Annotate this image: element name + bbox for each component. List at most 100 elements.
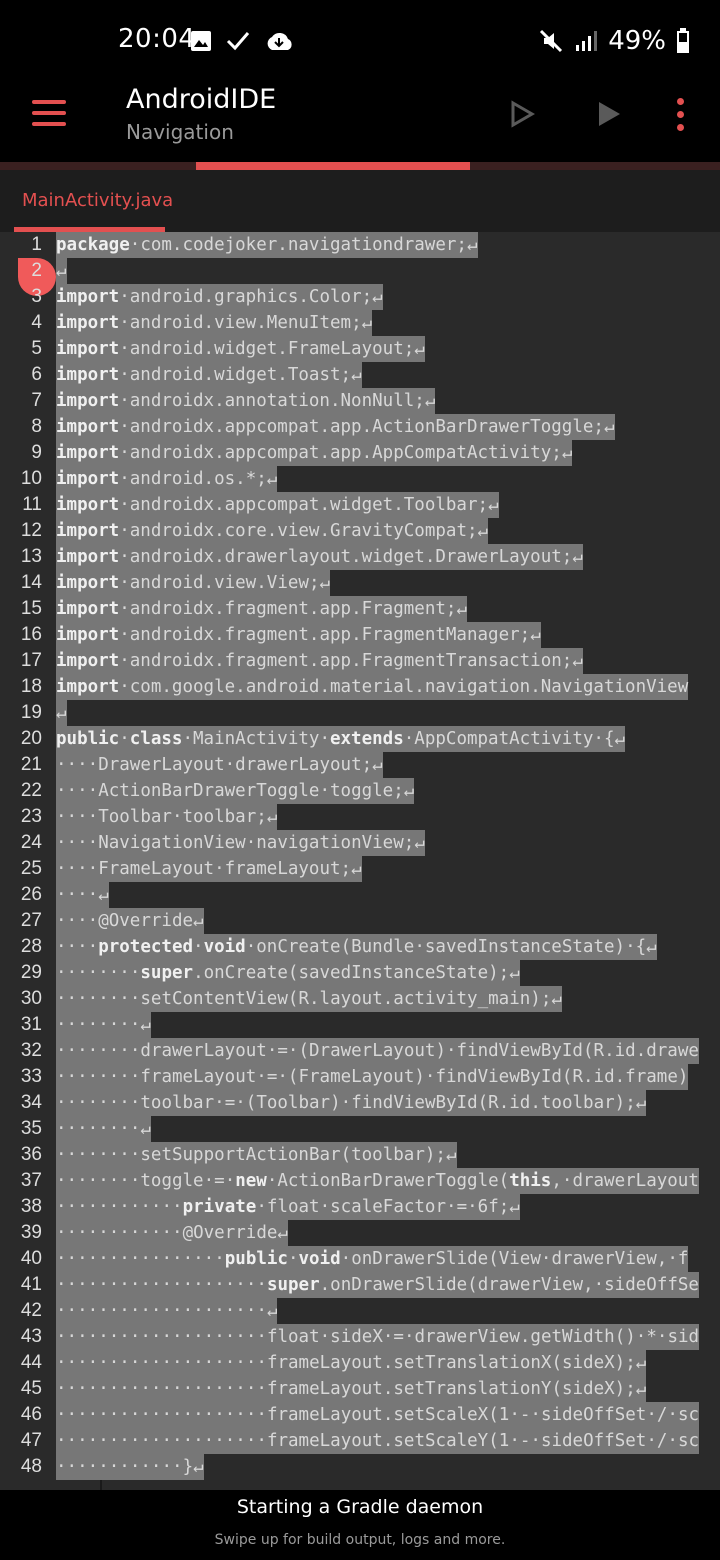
code-line[interactable]: 27 ····@Override↵ [0, 908, 720, 934]
tab-main-activity[interactable]: MainActivity.java [0, 170, 195, 232]
code-line[interactable]: 6 import·android.widget.Toast;↵ [0, 362, 720, 388]
code-line[interactable]: 41 ····················super.onDrawerSlid… [0, 1272, 720, 1298]
code-text: ····NavigationView·navigationView;↵ [56, 830, 425, 856]
code-line[interactable]: 31 ········↵ [0, 1012, 720, 1038]
code-editor[interactable]: 1 package·com.codejoker.navigationdrawer;… [0, 232, 720, 1490]
code-line[interactable]: 20 public·class·MainActivity·extends·AppC… [0, 726, 720, 752]
line-number: 39 [20, 1222, 42, 1243]
code-line[interactable]: 2 ↵ [0, 258, 720, 284]
build-progress-bar [196, 162, 470, 170]
code-text: ········super.onCreate(savedInstanceStat… [56, 960, 520, 986]
code-text: import·androidx.fragment.app.FragmentMan… [56, 622, 541, 648]
code-text: import·androidx.core.view.GravityCompat;… [56, 518, 489, 544]
line-number: 7 [31, 390, 42, 411]
line-number: 47 [20, 1430, 42, 1451]
line-number: 33 [20, 1066, 42, 1087]
code-line[interactable]: 4 import·android.view.MenuItem;↵ [0, 310, 720, 336]
code-line[interactable]: 14 import·android.view.View;↵ [0, 570, 720, 596]
code-line[interactable]: 1 package·com.codejoker.navigationdrawer;… [0, 232, 720, 258]
code-line[interactable]: 26 ····↵ [0, 882, 720, 908]
run-icon[interactable] [596, 100, 622, 128]
code-text: import·android.os.*;↵ [56, 466, 278, 492]
code-line[interactable]: 40 ················public·void·onDrawerSl… [0, 1246, 720, 1272]
code-line[interactable]: 39 ············@Override↵ [0, 1220, 720, 1246]
code-line[interactable]: 5 import·android.widget.FrameLayout;↵ [0, 336, 720, 362]
code-text: ····················frameLayout.setTrans… [56, 1376, 647, 1402]
code-line[interactable]: 12 import·androidx.core.view.GravityCompa… [0, 518, 720, 544]
code-line[interactable]: 16 import·androidx.fragment.app.FragmentM… [0, 622, 720, 648]
code-line[interactable]: 35 ········↵ [0, 1116, 720, 1142]
code-line[interactable]: 34 ········toolbar·=·(Toolbar)·findViewBy… [0, 1090, 720, 1116]
line-number: 23 [20, 806, 42, 827]
line-number: 19 [20, 702, 42, 723]
build-output-sheet[interactable]: Starting a Gradle daemon Swipe up for bu… [0, 1490, 720, 1560]
code-line[interactable]: 9 import·androidx.appcompat.app.AppCompat… [0, 440, 720, 466]
code-text: ········setContentView(R.layout.activity… [56, 986, 562, 1012]
code-line[interactable]: 47 ····················frameLayout.setSca… [0, 1428, 720, 1454]
code-text: ····················float·sideX·=·drawer… [56, 1324, 700, 1350]
code-text: public·class·MainActivity·extends·AppCom… [56, 726, 626, 752]
code-line[interactable]: 38 ············private·float·scaleFactor·… [0, 1194, 720, 1220]
code-text: ····protected·void·onCreate(Bundle·saved… [56, 934, 657, 960]
run-outline-icon[interactable] [508, 100, 536, 128]
menu-icon[interactable] [30, 98, 70, 130]
code-line[interactable]: 42 ····················↵ [0, 1298, 720, 1324]
code-line[interactable]: 22 ····ActionBarDrawerToggle·toggle;↵ [0, 778, 720, 804]
code-text: ················public·void·onDrawerSlid… [56, 1246, 689, 1272]
line-number: 27 [20, 910, 42, 931]
code-line[interactable]: 46 ····················frameLayout.setSca… [0, 1402, 720, 1428]
code-line[interactable]: 13 import·androidx.drawerlayout.widget.Dr… [0, 544, 720, 570]
tab-label: MainActivity.java [22, 190, 174, 211]
project-subtitle: Navigation [126, 120, 234, 144]
code-line[interactable]: 15 import·androidx.fragment.app.Fragment;… [0, 596, 720, 622]
code-line[interactable]: 29 ········super.onCreate(savedInstanceSt… [0, 960, 720, 986]
code-text: import·androidx.appcompat.widget.Toolbar… [56, 492, 499, 518]
code-line[interactable]: 8 import·androidx.appcompat.app.ActionBar… [0, 414, 720, 440]
code-line[interactable]: 43 ····················float·sideX·=·draw… [0, 1324, 720, 1350]
line-number: 29 [20, 962, 42, 983]
line-number: 1 [31, 234, 42, 255]
line-number: 25 [20, 858, 42, 879]
code-line[interactable]: 11 import·androidx.appcompat.widget.Toolb… [0, 492, 720, 518]
swipe-hint: Swipe up for build output, logs and more… [214, 1532, 506, 1548]
code-line[interactable]: 3 import·android.graphics.Color;↵ [0, 284, 720, 310]
code-text: import·android.view.MenuItem;↵ [56, 310, 373, 336]
line-number: 12 [20, 520, 42, 541]
code-text: import·android.widget.FrameLayout;↵ [56, 336, 425, 362]
code-line[interactable]: 17 import·androidx.fragment.app.FragmentT… [0, 648, 720, 674]
status-time: 20:04 [118, 24, 196, 54]
code-line[interactable]: 18 import·com.google.android.material.nav… [0, 674, 720, 700]
code-line[interactable]: 7 import·androidx.annotation.NonNull;↵ [0, 388, 720, 414]
line-number: 28 [20, 936, 42, 957]
code-line[interactable]: 23 ····Toolbar·toolbar;↵ [0, 804, 720, 830]
code-text: ↵ [56, 700, 67, 726]
code-text: import·android.graphics.Color;↵ [56, 284, 383, 310]
code-line[interactable]: 28 ····protected·void·onCreate(Bundle·sav… [0, 934, 720, 960]
code-line[interactable]: 19 ↵ [0, 700, 720, 726]
code-text: ········drawerLayout·=·(DrawerLayout)·fi… [56, 1038, 699, 1064]
code-line[interactable]: 48 ············}↵ [0, 1454, 720, 1480]
code-text: ····················frameLayout.setScale… [56, 1428, 700, 1454]
code-line[interactable]: 21 ····DrawerLayout·drawerLayout;↵ [0, 752, 720, 778]
code-line[interactable]: 33 ········frameLayout·=·(FrameLayout)·fi… [0, 1064, 720, 1090]
code-line[interactable]: 44 ····················frameLayout.setTra… [0, 1350, 720, 1376]
more-vert-icon[interactable] [672, 98, 690, 132]
line-number: 6 [31, 364, 42, 385]
line-number: 9 [31, 442, 42, 463]
line-number: 26 [20, 884, 42, 905]
line-number: 31 [20, 1014, 42, 1035]
code-line[interactable]: 32 ········drawerLayout·=·(DrawerLayout)·… [0, 1038, 720, 1064]
code-text: ········toolbar·=·(Toolbar)·findViewById… [56, 1090, 647, 1116]
line-number: 30 [20, 988, 42, 1009]
code-line[interactable]: 25 ····FrameLayout·frameLayout;↵ [0, 856, 720, 882]
check-icon [226, 32, 250, 51]
code-line[interactable]: 10 import·android.os.*;↵ [0, 466, 720, 492]
code-text: ········↵ [56, 1012, 151, 1038]
code-line[interactable]: 37 ········toggle·=·new·ActionBarDrawerTo… [0, 1168, 720, 1194]
code-text: ········frameLayout·=·(FrameLayout)·find… [56, 1064, 689, 1090]
code-line[interactable]: 45 ····················frameLayout.setTra… [0, 1376, 720, 1402]
line-number: 41 [20, 1274, 42, 1295]
code-line[interactable]: 30 ········setContentView(R.layout.activi… [0, 986, 720, 1012]
code-line[interactable]: 24 ····NavigationView·navigationView;↵ [0, 830, 720, 856]
code-line[interactable]: 36 ········setSupportActionBar(toolbar);↵ [0, 1142, 720, 1168]
